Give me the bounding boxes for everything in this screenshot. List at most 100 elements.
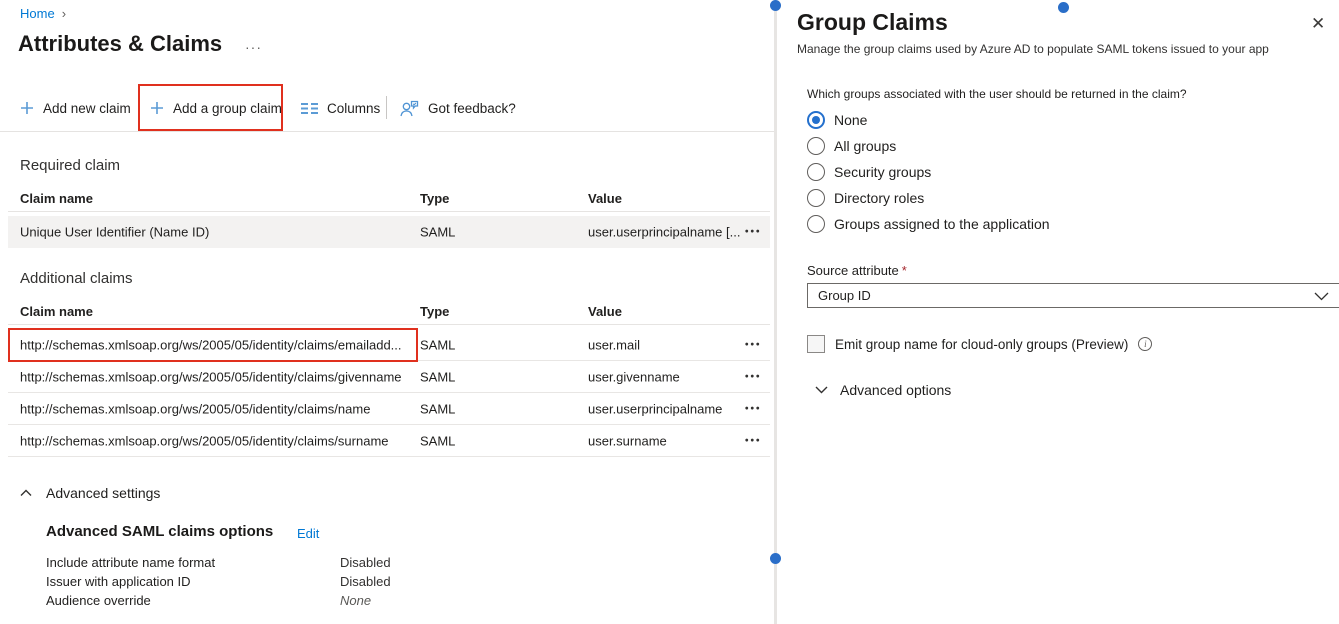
table-row-name[interactable]: http://schemas.xmlsoap.org/ws/2005/05/id… bbox=[8, 393, 770, 425]
advanced-saml-claims-heading: Advanced SAML claims options bbox=[46, 523, 273, 540]
source-attribute-dropdown[interactable]: Group ID bbox=[807, 283, 1339, 308]
feedback-icon bbox=[400, 100, 419, 117]
radio-icon bbox=[807, 111, 825, 129]
column-header-value: Value bbox=[588, 304, 622, 319]
row-menu-icon[interactable]: ••• bbox=[745, 227, 762, 238]
advanced-options-label: Advanced options bbox=[840, 382, 951, 398]
info-icon[interactable]: i bbox=[1138, 337, 1152, 351]
advanced-settings-label: Advanced settings bbox=[46, 485, 160, 501]
chevron-up-icon bbox=[20, 489, 32, 497]
radio-all-groups[interactable]: All groups bbox=[807, 136, 1050, 156]
claim-type-cell: SAML bbox=[420, 433, 455, 448]
add-new-claim-button[interactable]: Add new claim bbox=[20, 97, 131, 119]
radio-label: Directory roles bbox=[834, 190, 924, 206]
chevron-right-icon: › bbox=[62, 6, 66, 21]
handle-dot bbox=[770, 553, 781, 564]
radio-icon bbox=[807, 137, 825, 155]
claim-value-cell: user.mail bbox=[588, 337, 640, 352]
add-group-claim-label: Add a group claim bbox=[173, 101, 282, 116]
claim-name-cell: http://schemas.xmlsoap.org/ws/2005/05/id… bbox=[20, 433, 389, 448]
title-more-menu-icon[interactable]: ··· bbox=[245, 39, 262, 55]
radio-icon bbox=[807, 189, 825, 207]
panel-divider bbox=[774, 0, 777, 624]
column-header-claim-name: Claim name bbox=[20, 191, 93, 206]
breadcrumb: Home › bbox=[20, 6, 66, 21]
claim-type-cell: SAML bbox=[420, 369, 455, 384]
column-header-value: Value bbox=[588, 191, 622, 206]
claim-value-cell: user.userprincipalname bbox=[588, 401, 722, 416]
row-menu-icon[interactable]: ••• bbox=[745, 371, 762, 382]
edit-link[interactable]: Edit bbox=[297, 526, 319, 541]
row-menu-icon[interactable]: ••• bbox=[745, 435, 762, 446]
columns-label: Columns bbox=[327, 101, 380, 116]
got-feedback-button[interactable]: Got feedback? bbox=[400, 97, 516, 119]
claim-type-cell: SAML bbox=[420, 225, 455, 240]
close-icon[interactable]: ✕ bbox=[1311, 14, 1325, 34]
emit-group-name-label: Emit group name for cloud-only groups (P… bbox=[835, 337, 1128, 352]
radio-directory-roles[interactable]: Directory roles bbox=[807, 188, 1050, 208]
emit-group-name-row: Emit group name for cloud-only groups (P… bbox=[807, 335, 1152, 353]
row-menu-icon[interactable]: ••• bbox=[745, 339, 762, 350]
radio-label: None bbox=[834, 112, 867, 128]
claim-name-cell: Unique User Identifier (Name ID) bbox=[20, 225, 209, 240]
group-claim-question: Which groups associated with the user sh… bbox=[807, 87, 1187, 101]
table-row-required-claim[interactable]: Unique User Identifier (Name ID) SAML us… bbox=[8, 216, 770, 248]
chevron-down-icon bbox=[815, 386, 828, 394]
radio-label: Security groups bbox=[834, 164, 931, 180]
table-row-emailaddress[interactable]: http://schemas.xmlsoap.org/ws/2005/05/id… bbox=[8, 329, 770, 361]
add-group-claim-button[interactable]: Add a group claim bbox=[150, 97, 282, 119]
option-value: Disabled bbox=[340, 555, 391, 570]
handle-dot bbox=[1058, 2, 1069, 13]
radio-security-groups[interactable]: Security groups bbox=[807, 162, 1050, 182]
option-value: None bbox=[340, 593, 371, 608]
claim-name-cell: http://schemas.xmlsoap.org/ws/2005/05/id… bbox=[20, 401, 370, 416]
panel-title: Group Claims bbox=[797, 9, 948, 36]
plus-icon bbox=[20, 101, 34, 115]
option-value: Disabled bbox=[340, 574, 391, 589]
chevron-down-icon bbox=[1314, 292, 1329, 301]
claim-value-cell: user.surname bbox=[588, 433, 667, 448]
radio-groups-assigned[interactable]: Groups assigned to the application bbox=[807, 214, 1050, 234]
claim-name-cell: http://schemas.xmlsoap.org/ws/2005/05/id… bbox=[20, 369, 402, 384]
table-header-divider bbox=[8, 324, 770, 325]
advanced-options-toggle[interactable]: Advanced options bbox=[815, 382, 951, 398]
required-marker: * bbox=[902, 263, 907, 278]
dropdown-value: Group ID bbox=[818, 288, 871, 303]
group-type-radio-group: None All groups Security groups Director… bbox=[807, 110, 1050, 234]
column-header-type: Type bbox=[420, 191, 449, 206]
got-feedback-label: Got feedback? bbox=[428, 101, 516, 116]
claim-name-cell: http://schemas.xmlsoap.org/ws/2005/05/id… bbox=[20, 337, 402, 352]
radio-label: All groups bbox=[834, 138, 896, 154]
claim-type-cell: SAML bbox=[420, 337, 455, 352]
table-row-givenname[interactable]: http://schemas.xmlsoap.org/ws/2005/05/id… bbox=[8, 361, 770, 393]
column-header-claim-name: Claim name bbox=[20, 304, 93, 319]
add-new-claim-label: Add new claim bbox=[43, 101, 131, 116]
claim-value-cell: user.userprincipalname [... bbox=[588, 225, 740, 240]
additional-claims-heading: Additional claims bbox=[20, 270, 133, 287]
claim-value-cell: user.givenname bbox=[588, 369, 680, 384]
toolbar-bottom-border bbox=[0, 131, 775, 132]
radio-icon bbox=[807, 215, 825, 233]
table-row-surname[interactable]: http://schemas.xmlsoap.org/ws/2005/05/id… bbox=[8, 425, 770, 457]
emit-group-name-checkbox[interactable] bbox=[807, 335, 825, 353]
radio-label: Groups assigned to the application bbox=[834, 216, 1050, 232]
toolbar-divider bbox=[386, 96, 387, 119]
table-header-divider bbox=[8, 211, 770, 212]
panel-subtitle: Manage the group claims used by Azure AD… bbox=[797, 42, 1269, 56]
radio-none[interactable]: None bbox=[807, 110, 1050, 130]
handle-dot bbox=[770, 0, 781, 11]
breadcrumb-home-link[interactable]: Home bbox=[20, 6, 55, 21]
option-label: Include attribute name format bbox=[46, 555, 215, 570]
radio-icon bbox=[807, 163, 825, 181]
columns-icon bbox=[301, 102, 318, 115]
source-attribute-label: Source attribute* bbox=[807, 263, 907, 278]
plus-icon bbox=[150, 101, 164, 115]
option-label: Audience override bbox=[46, 593, 151, 608]
page-title: Attributes & Claims bbox=[18, 31, 222, 57]
required-claim-heading: Required claim bbox=[20, 157, 120, 174]
advanced-settings-toggle[interactable]: Advanced settings bbox=[20, 485, 160, 501]
columns-button[interactable]: Columns bbox=[301, 97, 380, 119]
row-menu-icon[interactable]: ••• bbox=[745, 403, 762, 414]
claim-type-cell: SAML bbox=[420, 401, 455, 416]
column-header-type: Type bbox=[420, 304, 449, 319]
